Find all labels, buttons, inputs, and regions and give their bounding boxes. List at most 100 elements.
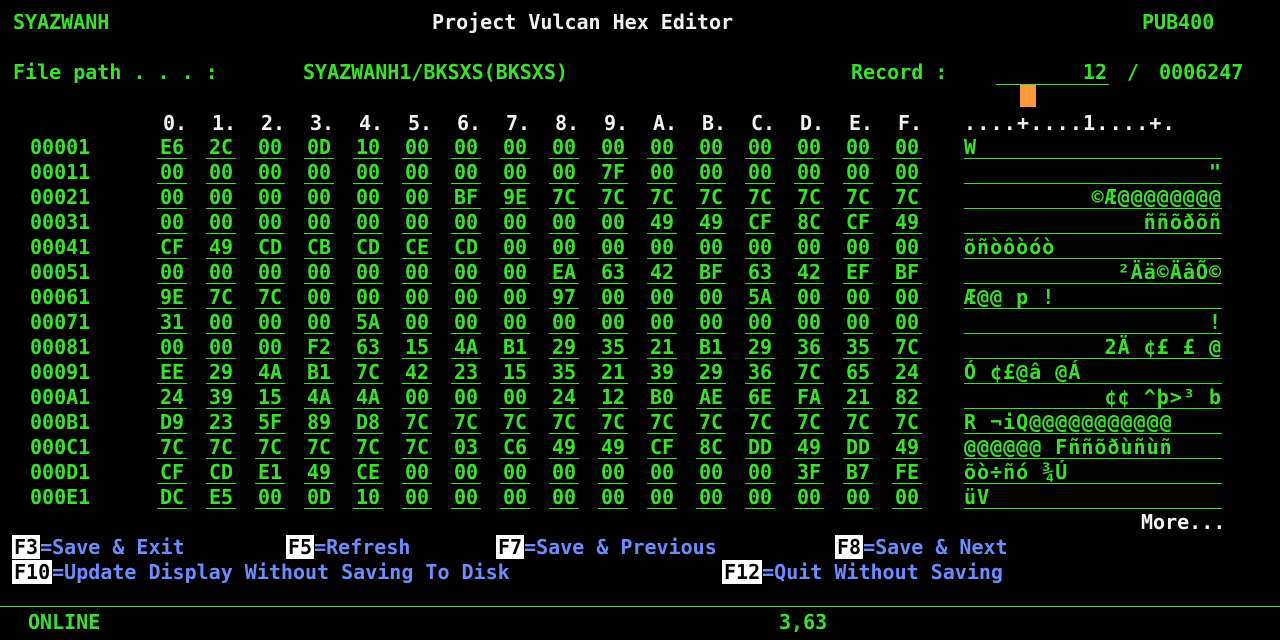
hex-byte-input[interactable]: 00	[598, 311, 628, 334]
hex-byte-input[interactable]: 7C	[206, 286, 236, 309]
hex-byte-input[interactable]: D9	[157, 411, 187, 434]
hex-byte-input[interactable]: 00	[794, 311, 824, 334]
hex-byte-input[interactable]: 7C	[745, 186, 775, 209]
hex-byte-input[interactable]: EF	[843, 261, 873, 284]
hex-byte-input[interactable]: 00	[206, 261, 236, 284]
text-view-input[interactable]: @@@@@@ Fññõðùñùñ	[964, 436, 1222, 459]
hex-byte-input[interactable]: 65	[843, 361, 873, 384]
hex-byte-input[interactable]: 7C	[843, 411, 873, 434]
hex-byte-input[interactable]: 00	[696, 311, 726, 334]
hex-byte-input[interactable]: 00	[647, 136, 677, 159]
hex-byte-input[interactable]: 00	[794, 286, 824, 309]
hex-byte-input[interactable]: 36	[745, 361, 775, 384]
hex-byte-input[interactable]: 00	[157, 336, 187, 359]
hex-byte-input[interactable]: CF	[843, 211, 873, 234]
hex-byte-input[interactable]: 2C	[206, 136, 236, 159]
hex-byte-input[interactable]: 7C	[794, 361, 824, 384]
hex-byte-input[interactable]: 00	[353, 161, 383, 184]
hex-byte-input[interactable]: 00	[451, 211, 481, 234]
hex-byte-input[interactable]: 00	[598, 486, 628, 509]
hex-byte-input[interactable]: 97	[549, 286, 579, 309]
hex-byte-input[interactable]: 63	[598, 261, 628, 284]
hex-byte-input[interactable]: FA	[794, 386, 824, 409]
hex-byte-input[interactable]: 00	[843, 136, 873, 159]
text-view-input[interactable]: ññõðõñ	[964, 211, 1222, 234]
hex-byte-input[interactable]: CD	[353, 236, 383, 259]
hex-byte-input[interactable]: 9E	[157, 286, 187, 309]
hex-byte-input[interactable]: DD	[745, 436, 775, 459]
hex-byte-input[interactable]: 35	[843, 336, 873, 359]
hex-byte-input[interactable]: 00	[745, 236, 775, 259]
hex-byte-input[interactable]: B7	[843, 461, 873, 484]
hex-byte-input[interactable]: CB	[304, 236, 334, 259]
hex-byte-input[interactable]: 29	[745, 336, 775, 359]
hex-byte-input[interactable]: 21	[647, 336, 677, 359]
hex-byte-input[interactable]: 31	[157, 311, 187, 334]
hex-byte-input[interactable]: 7C	[353, 436, 383, 459]
hex-byte-input[interactable]: 10	[353, 486, 383, 509]
hex-byte-input[interactable]: 23	[451, 361, 481, 384]
hex-byte-input[interactable]: CF	[157, 236, 187, 259]
hex-byte-input[interactable]: F2	[304, 336, 334, 359]
text-view-input[interactable]: Ó ¢£@â @Á	[964, 361, 1222, 384]
hex-byte-input[interactable]: 0D	[304, 486, 334, 509]
hex-byte-input[interactable]: 00	[549, 161, 579, 184]
hex-byte-input[interactable]: 00	[451, 161, 481, 184]
hex-byte-input[interactable]: 00	[402, 486, 432, 509]
hex-byte-input[interactable]: 7C	[304, 436, 334, 459]
hex-byte-input[interactable]: 00	[843, 486, 873, 509]
hex-byte-input[interactable]: 63	[745, 261, 775, 284]
hex-byte-input[interactable]: 00	[255, 186, 285, 209]
hex-byte-input[interactable]: 00	[843, 161, 873, 184]
hex-byte-input[interactable]: 00	[451, 261, 481, 284]
f10-update-display[interactable]: F10 =Update Display Without Saving To Dis…	[12, 560, 510, 585]
f7-save-previous[interactable]: F7 =Save & Previous	[496, 535, 717, 560]
hex-byte-input[interactable]: 00	[451, 136, 481, 159]
hex-byte-input[interactable]: 00	[206, 336, 236, 359]
hex-byte-input[interactable]: 00	[500, 486, 530, 509]
hex-byte-input[interactable]: 7F	[598, 161, 628, 184]
hex-byte-input[interactable]: 00	[696, 461, 726, 484]
hex-byte-input[interactable]: BF	[696, 261, 726, 284]
hex-byte-input[interactable]: 42	[647, 261, 677, 284]
f12-quit[interactable]: F12 =Quit Without Saving	[722, 560, 1003, 585]
hex-byte-input[interactable]: 00	[402, 161, 432, 184]
hex-byte-input[interactable]: CE	[402, 236, 432, 259]
text-view-input[interactable]: R ¬iQ@@@@@@@@@@@	[964, 411, 1222, 434]
hex-byte-input[interactable]: 00	[451, 386, 481, 409]
hex-byte-input[interactable]: 9E	[500, 186, 530, 209]
hex-byte-input[interactable]: 7C	[451, 411, 481, 434]
hex-byte-input[interactable]: 29	[696, 361, 726, 384]
hex-byte-input[interactable]: 00	[353, 261, 383, 284]
hex-byte-input[interactable]: 00	[549, 136, 579, 159]
hex-byte-input[interactable]: 03	[451, 436, 481, 459]
hex-byte-input[interactable]: FE	[892, 461, 922, 484]
hex-byte-input[interactable]: 7C	[794, 186, 824, 209]
hex-byte-input[interactable]: 7C	[696, 186, 726, 209]
hex-byte-input[interactable]: 00	[696, 486, 726, 509]
hex-byte-input[interactable]: 7C	[647, 411, 677, 434]
hex-byte-input[interactable]: 7C	[255, 436, 285, 459]
hex-byte-input[interactable]: 6E	[745, 386, 775, 409]
hex-byte-input[interactable]: 7C	[255, 286, 285, 309]
hex-byte-input[interactable]: 00	[647, 486, 677, 509]
hex-byte-input[interactable]: 00	[598, 211, 628, 234]
hex-byte-input[interactable]: 00	[500, 461, 530, 484]
f3-save-exit[interactable]: F3 =Save & Exit	[12, 535, 185, 560]
hex-byte-input[interactable]: CD	[451, 236, 481, 259]
hex-byte-input[interactable]: 15	[255, 386, 285, 409]
hex-byte-input[interactable]: 00	[892, 136, 922, 159]
hex-byte-input[interactable]: 10	[353, 136, 383, 159]
hex-byte-input[interactable]: 4A	[451, 336, 481, 359]
hex-byte-input[interactable]: 00	[647, 236, 677, 259]
hex-byte-input[interactable]: B0	[647, 386, 677, 409]
hex-byte-input[interactable]: 00	[745, 486, 775, 509]
hex-byte-input[interactable]: BF	[451, 186, 481, 209]
hex-byte-input[interactable]: 7C	[157, 436, 187, 459]
hex-byte-input[interactable]: 00	[402, 461, 432, 484]
hex-byte-input[interactable]: E6	[157, 136, 187, 159]
hex-byte-input[interactable]: 00	[500, 211, 530, 234]
hex-byte-input[interactable]: 00	[794, 486, 824, 509]
hex-byte-input[interactable]: 00	[549, 461, 579, 484]
hex-byte-input[interactable]: 4A	[255, 361, 285, 384]
